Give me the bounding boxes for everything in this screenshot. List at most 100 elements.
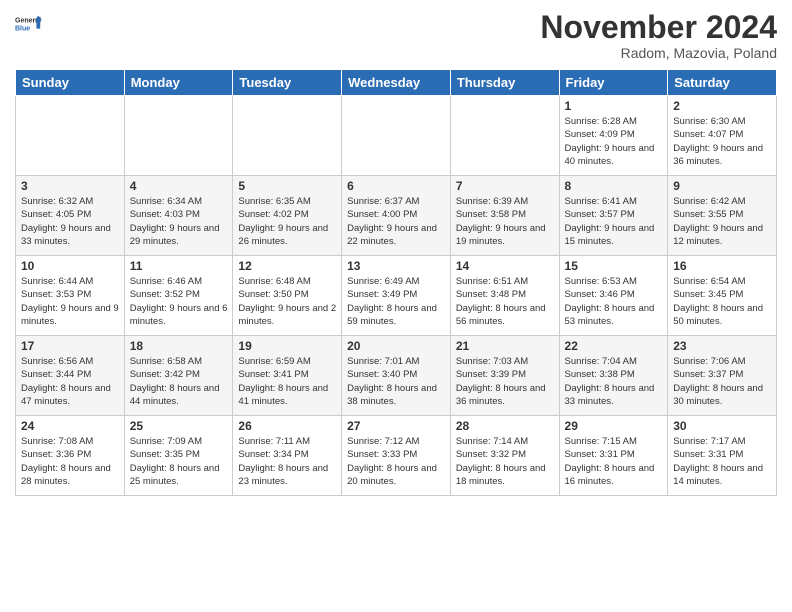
calendar-cell: [450, 96, 559, 176]
day-number: 9: [673, 179, 771, 193]
day-info: Sunrise: 6:53 AM Sunset: 3:46 PM Dayligh…: [565, 275, 663, 328]
calendar-cell: 13 Sunrise: 6:49 AM Sunset: 3:49 PM Dayli…: [342, 256, 451, 336]
day-number: 20: [347, 339, 445, 353]
calendar-cell: 18 Sunrise: 6:58 AM Sunset: 3:42 PM Dayli…: [124, 336, 233, 416]
calendar-cell: [124, 96, 233, 176]
calendar-cell: 24 Sunrise: 7:08 AM Sunset: 3:36 PM Dayli…: [16, 416, 125, 496]
day-number: 14: [456, 259, 554, 273]
calendar-cell: 20 Sunrise: 7:01 AM Sunset: 3:40 PM Dayli…: [342, 336, 451, 416]
calendar-cell: 30Sunrise: 7:17 AM Sunset: 3:31 PM Dayli…: [668, 416, 777, 496]
day-number: 21: [456, 339, 554, 353]
day-number: 12: [238, 259, 336, 273]
weekday-wednesday: Wednesday: [342, 70, 451, 96]
day-info: Sunrise: 6:54 AM Sunset: 3:45 PM Dayligh…: [673, 275, 771, 328]
day-info: Sunrise: 7:12 AM Sunset: 3:33 PM Dayligh…: [347, 435, 445, 488]
calendar-cell: 7Sunrise: 6:39 AM Sunset: 3:58 PM Daylig…: [450, 176, 559, 256]
day-number: 23: [673, 339, 771, 353]
day-info: Sunrise: 7:14 AM Sunset: 3:32 PM Dayligh…: [456, 435, 554, 488]
calendar-cell: 19 Sunrise: 6:59 AM Sunset: 3:41 PM Dayli…: [233, 336, 342, 416]
calendar-week-3: 10Sunrise: 6:44 AM Sunset: 3:53 PM Dayli…: [16, 256, 777, 336]
day-number: 15: [565, 259, 663, 273]
day-number: 4: [130, 179, 228, 193]
day-info: Sunrise: 6:41 AM Sunset: 3:57 PM Dayligh…: [565, 195, 663, 248]
calendar-cell: 1 Sunrise: 6:28 AM Sunset: 4:09 PM Daylig…: [559, 96, 668, 176]
weekday-header-row: SundayMondayTuesdayWednesdayThursdayFrid…: [16, 70, 777, 96]
day-info: Sunrise: 6:46 AM Sunset: 3:52 PM Dayligh…: [130, 275, 228, 328]
day-number: 19: [238, 339, 336, 353]
day-info: Sunrise: 7:11 AM Sunset: 3:34 PM Dayligh…: [238, 435, 336, 488]
calendar-cell: [233, 96, 342, 176]
calendar-cell: 4 Sunrise: 6:34 AM Sunset: 4:03 PM Daylig…: [124, 176, 233, 256]
calendar-cell: [342, 96, 451, 176]
weekday-saturday: Saturday: [668, 70, 777, 96]
calendar-cell: 23 Sunrise: 7:06 AM Sunset: 3:37 PM Dayli…: [668, 336, 777, 416]
weekday-tuesday: Tuesday: [233, 70, 342, 96]
day-info: Sunrise: 7:01 AM Sunset: 3:40 PM Dayligh…: [347, 355, 445, 408]
day-info: Sunrise: 6:48 AM Sunset: 3:50 PM Dayligh…: [238, 275, 336, 328]
calendar-cell: 14Sunrise: 6:51 AM Sunset: 3:48 PM Dayli…: [450, 256, 559, 336]
day-number: 30: [673, 419, 771, 433]
day-number: 13: [347, 259, 445, 273]
logo: GeneralBlue: [15, 10, 43, 38]
calendar-week-5: 24 Sunrise: 7:08 AM Sunset: 3:36 PM Dayli…: [16, 416, 777, 496]
day-number: 2: [673, 99, 771, 113]
day-info: Sunrise: 7:06 AM Sunset: 3:37 PM Dayligh…: [673, 355, 771, 408]
day-number: 22: [565, 339, 663, 353]
day-info: Sunrise: 7:15 AM Sunset: 3:31 PM Dayligh…: [565, 435, 663, 488]
day-number: 28: [456, 419, 554, 433]
day-info: Sunrise: 6:34 AM Sunset: 4:03 PM Dayligh…: [130, 195, 228, 248]
day-info: Sunrise: 6:49 AM Sunset: 3:49 PM Dayligh…: [347, 275, 445, 328]
calendar-cell: 10Sunrise: 6:44 AM Sunset: 3:53 PM Dayli…: [16, 256, 125, 336]
day-info: Sunrise: 6:35 AM Sunset: 4:02 PM Dayligh…: [238, 195, 336, 248]
calendar-body: 1 Sunrise: 6:28 AM Sunset: 4:09 PM Daylig…: [16, 96, 777, 496]
day-info: Sunrise: 7:03 AM Sunset: 3:39 PM Dayligh…: [456, 355, 554, 408]
day-info: Sunrise: 6:32 AM Sunset: 4:05 PM Dayligh…: [21, 195, 119, 248]
logo-icon: GeneralBlue: [15, 10, 43, 38]
calendar-cell: 12 Sunrise: 6:48 AM Sunset: 3:50 PM Dayli…: [233, 256, 342, 336]
calendar-cell: 2 Sunrise: 6:30 AM Sunset: 4:07 PM Daylig…: [668, 96, 777, 176]
day-number: 16: [673, 259, 771, 273]
day-info: Sunrise: 6:28 AM Sunset: 4:09 PM Dayligh…: [565, 115, 663, 168]
day-info: Sunrise: 6:30 AM Sunset: 4:07 PM Dayligh…: [673, 115, 771, 168]
weekday-friday: Friday: [559, 70, 668, 96]
day-number: 29: [565, 419, 663, 433]
day-info: Sunrise: 6:58 AM Sunset: 3:42 PM Dayligh…: [130, 355, 228, 408]
calendar-cell: [16, 96, 125, 176]
calendar-week-1: 1 Sunrise: 6:28 AM Sunset: 4:09 PM Daylig…: [16, 96, 777, 176]
day-number: 26: [238, 419, 336, 433]
header: GeneralBlue November 2024 Radom, Mazovia…: [15, 10, 777, 61]
page: GeneralBlue November 2024 Radom, Mazovia…: [0, 0, 792, 612]
calendar-header: SundayMondayTuesdayWednesdayThursdayFrid…: [16, 70, 777, 96]
day-number: 11: [130, 259, 228, 273]
calendar-cell: 26 Sunrise: 7:11 AM Sunset: 3:34 PM Dayli…: [233, 416, 342, 496]
calendar-cell: 27 Sunrise: 7:12 AM Sunset: 3:33 PM Dayli…: [342, 416, 451, 496]
location-subtitle: Radom, Mazovia, Poland: [540, 45, 777, 61]
day-number: 3: [21, 179, 119, 193]
weekday-monday: Monday: [124, 70, 233, 96]
calendar-cell: 6Sunrise: 6:37 AM Sunset: 4:00 PM Daylig…: [342, 176, 451, 256]
day-info: Sunrise: 6:56 AM Sunset: 3:44 PM Dayligh…: [21, 355, 119, 408]
day-info: Sunrise: 6:59 AM Sunset: 3:41 PM Dayligh…: [238, 355, 336, 408]
calendar-cell: 11 Sunrise: 6:46 AM Sunset: 3:52 PM Dayli…: [124, 256, 233, 336]
title-block: November 2024 Radom, Mazovia, Poland: [540, 10, 777, 61]
calendar-cell: 17 Sunrise: 6:56 AM Sunset: 3:44 PM Dayli…: [16, 336, 125, 416]
day-number: 18: [130, 339, 228, 353]
day-number: 8: [565, 179, 663, 193]
calendar-cell: 21 Sunrise: 7:03 AM Sunset: 3:39 PM Dayli…: [450, 336, 559, 416]
calendar-cell: 5Sunrise: 6:35 AM Sunset: 4:02 PM Daylig…: [233, 176, 342, 256]
day-number: 24: [21, 419, 119, 433]
day-number: 1: [565, 99, 663, 113]
calendar-table: SundayMondayTuesdayWednesdayThursdayFrid…: [15, 69, 777, 496]
calendar-week-4: 17 Sunrise: 6:56 AM Sunset: 3:44 PM Dayli…: [16, 336, 777, 416]
day-info: Sunrise: 7:08 AM Sunset: 3:36 PM Dayligh…: [21, 435, 119, 488]
calendar-cell: 8 Sunrise: 6:41 AM Sunset: 3:57 PM Daylig…: [559, 176, 668, 256]
day-number: 27: [347, 419, 445, 433]
calendar-cell: 15 Sunrise: 6:53 AM Sunset: 3:46 PM Dayli…: [559, 256, 668, 336]
day-number: 17: [21, 339, 119, 353]
weekday-sunday: Sunday: [16, 70, 125, 96]
calendar-cell: 9Sunrise: 6:42 AM Sunset: 3:55 PM Daylig…: [668, 176, 777, 256]
day-info: Sunrise: 7:09 AM Sunset: 3:35 PM Dayligh…: [130, 435, 228, 488]
day-info: Sunrise: 6:44 AM Sunset: 3:53 PM Dayligh…: [21, 275, 119, 328]
day-number: 7: [456, 179, 554, 193]
calendar-cell: 28 Sunrise: 7:14 AM Sunset: 3:32 PM Dayli…: [450, 416, 559, 496]
